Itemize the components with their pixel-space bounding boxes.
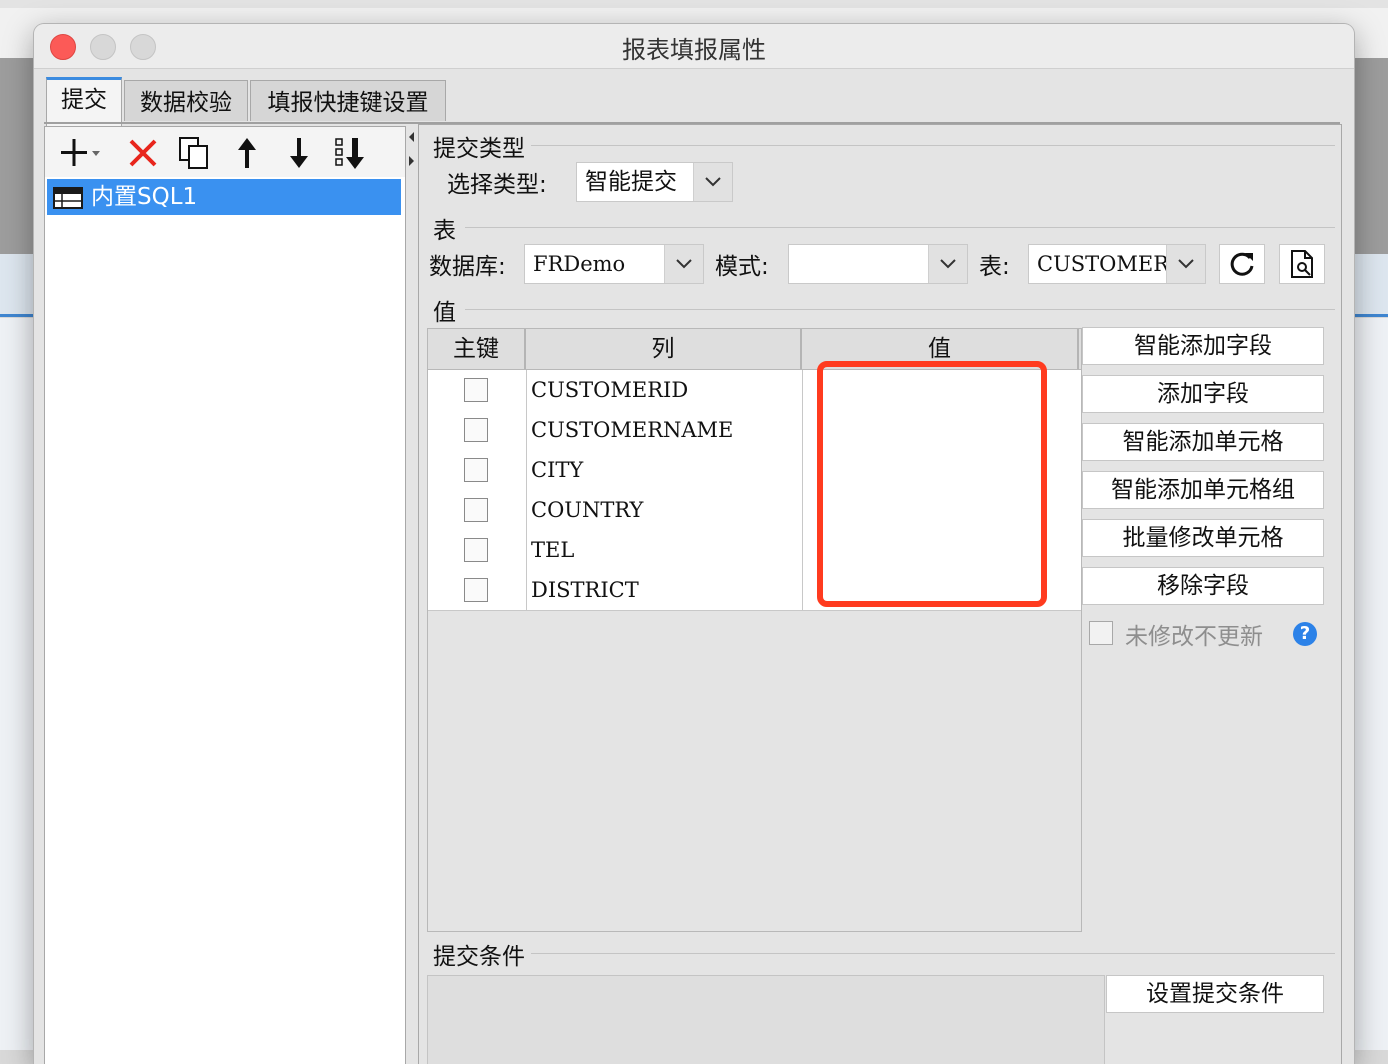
submit-type-label: 选择类型: — [447, 172, 547, 198]
arrow-up-icon — [238, 138, 256, 168]
smart-add-cells-button[interactable]: 智能添加单元格 — [1082, 423, 1324, 461]
move-down-button[interactable] — [281, 135, 317, 171]
refresh-icon — [1230, 252, 1254, 276]
dialog-title: 报表填报属性 — [622, 36, 766, 64]
sql-table-icon — [53, 187, 83, 209]
tree-item-builtin-sql1[interactable]: 内置SQL1 — [47, 179, 401, 215]
document-search-icon — [1291, 250, 1313, 278]
column-name: CUSTOMERNAME — [531, 418, 734, 442]
column-name: TEL — [531, 538, 575, 562]
column-name: CITY — [531, 458, 584, 482]
submit-type-section-title: 提交类型 — [433, 136, 525, 162]
arrow-down-icon — [290, 138, 308, 168]
move-up-button[interactable] — [229, 135, 265, 171]
section-divider — [465, 309, 1335, 310]
database-select[interactable]: FRDemo — [524, 244, 704, 284]
tree-item-label: 内置SQL1 — [91, 184, 198, 210]
table-section-title: 表 — [433, 218, 456, 244]
column-cell[interactable]: CUSTOMERNAME — [527, 410, 803, 450]
chevron-down-icon — [1166, 245, 1205, 283]
dialog-titlebar: 报表填报属性 — [34, 24, 1354, 69]
copy-button[interactable] — [177, 135, 213, 171]
section-divider — [465, 227, 1335, 228]
table-label: 表: — [979, 254, 1010, 280]
help-icon[interactable]: ? — [1293, 622, 1317, 646]
tab-submit[interactable]: 提交 — [46, 77, 122, 126]
set-submit-condition-button[interactable]: 设置提交条件 — [1106, 975, 1324, 1013]
no-update-checkbox[interactable] — [1089, 621, 1113, 645]
primary-key-checkbox[interactable] — [464, 378, 488, 402]
plus-icon — [61, 139, 100, 166]
value-column-highlight — [817, 361, 1047, 607]
column-cell[interactable]: CITY — [527, 450, 803, 490]
primary-key-cell — [428, 370, 527, 410]
submit-type-select[interactable]: 智能提交 — [576, 162, 733, 202]
primary-key-cell — [428, 530, 527, 570]
column-name: CUSTOMERID — [531, 378, 689, 402]
move-to-bottom-icon — [335, 138, 364, 169]
condition-section-title: 提交条件 — [433, 944, 525, 970]
tab-data-validation[interactable]: 数据校验 — [124, 80, 248, 121]
primary-key-cell — [428, 490, 527, 530]
delete-button[interactable] — [125, 135, 161, 171]
column-name: COUNTRY — [531, 498, 644, 522]
smart-add-cell-group-button[interactable]: 智能添加单元格组 — [1082, 471, 1324, 509]
column-cell[interactable]: DISTRICT — [527, 570, 803, 610]
table-select[interactable]: CUSTOMER — [1028, 244, 1206, 284]
tab-shortcut-settings[interactable]: 填报快捷键设置 — [250, 80, 446, 121]
database-value: FRDemo — [533, 252, 626, 276]
no-update-label: 未修改不更新 — [1125, 624, 1263, 650]
remove-field-button[interactable]: 移除字段 — [1082, 567, 1324, 605]
background-app-right — [1354, 318, 1388, 1050]
refresh-button[interactable] — [1219, 244, 1265, 284]
primary-key-cell — [428, 570, 527, 610]
primary-key-checkbox[interactable] — [464, 498, 488, 522]
sql-list-toolbar — [45, 127, 405, 177]
chevron-down-icon — [928, 245, 967, 283]
database-label: 数据库: — [429, 254, 506, 280]
panel-splitter[interactable] — [406, 126, 416, 186]
copy-icon — [179, 137, 208, 169]
primary-key-checkbox[interactable] — [464, 578, 488, 602]
primary-key-cell — [428, 450, 527, 490]
table-value: CUSTOMER — [1037, 252, 1170, 276]
submit-settings-panel: 提交类型 选择类型: 智能提交 表 数据库: FRDemo 模式: 表: CUS… — [418, 124, 1342, 1064]
batch-modify-cells-button[interactable]: 批量修改单元格 — [1082, 519, 1324, 557]
background-app-left — [0, 318, 34, 1050]
header-column[interactable]: 列 — [526, 329, 802, 369]
column-cell[interactable]: TEL — [527, 530, 803, 570]
add-field-button[interactable]: 添加字段 — [1082, 375, 1324, 413]
chevron-down-icon — [693, 163, 732, 201]
report-fill-properties-dialog: 报表填报属性 提交 数据校验 填报快捷键设置 内置SQL1 提交类型 选择类型:… — [34, 24, 1354, 1064]
primary-key-checkbox[interactable] — [464, 418, 488, 442]
splitter-arrows-icon — [409, 132, 414, 166]
chevron-down-icon — [664, 245, 703, 283]
delete-x-icon — [129, 139, 157, 167]
section-divider — [531, 953, 1335, 954]
add-button[interactable] — [59, 135, 100, 171]
primary-key-checkbox[interactable] — [464, 458, 488, 482]
column-cell[interactable]: CUSTOMERID — [527, 370, 803, 410]
column-name: DISTRICT — [531, 578, 639, 602]
primary-key-cell — [428, 410, 527, 450]
section-divider — [531, 145, 1335, 146]
column-cell[interactable]: COUNTRY — [527, 490, 803, 530]
mode-label: 模式: — [715, 254, 769, 280]
primary-key-checkbox[interactable] — [464, 538, 488, 562]
preview-table-button[interactable] — [1279, 244, 1325, 284]
header-primary-key[interactable]: 主键 — [428, 329, 526, 369]
smart-add-fields-button[interactable]: 智能添加字段 — [1082, 327, 1324, 365]
mode-select[interactable] — [788, 244, 968, 284]
value-section-title: 值 — [433, 300, 456, 326]
submit-type-value: 智能提交 — [585, 169, 677, 195]
sql-list-panel: 内置SQL1 — [44, 126, 406, 1064]
condition-display-area — [427, 975, 1105, 1064]
move-bottom-button[interactable] — [333, 135, 369, 171]
